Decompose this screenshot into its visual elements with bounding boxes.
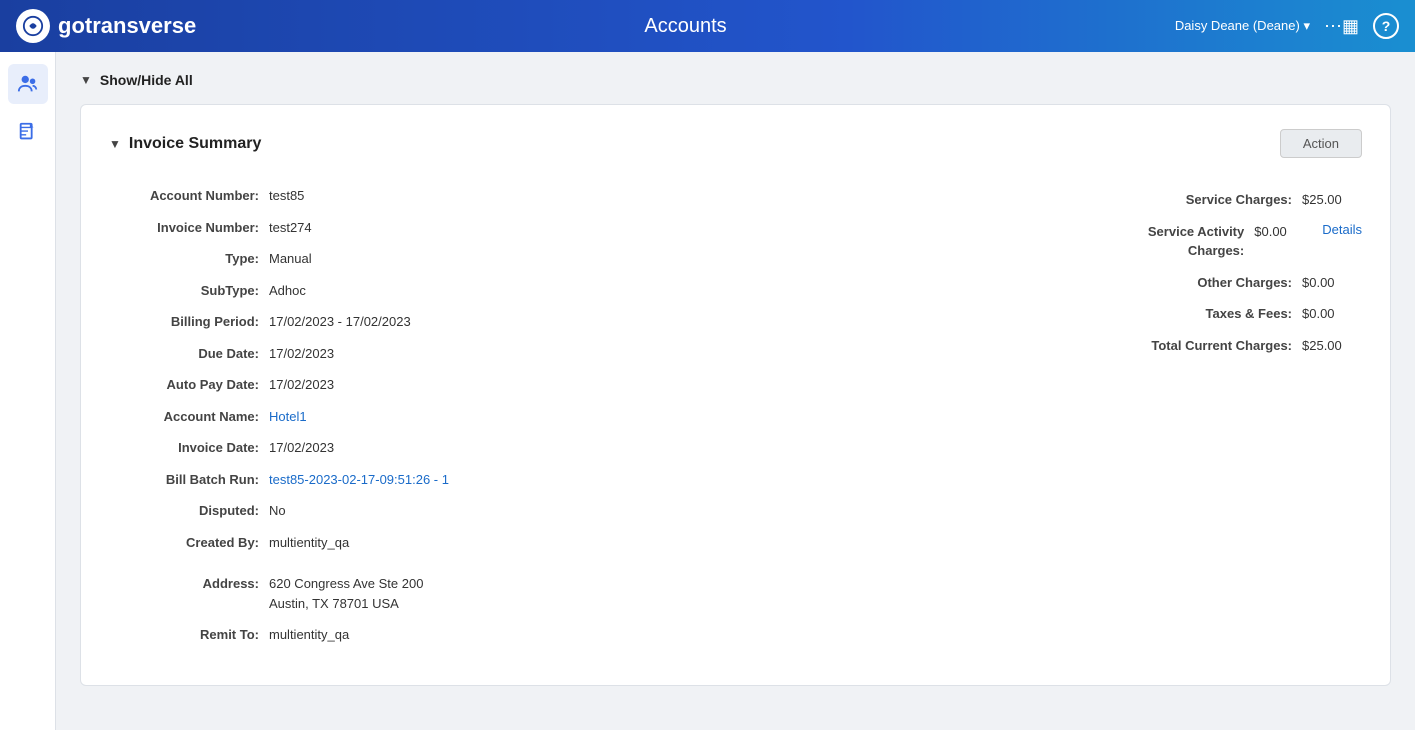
logo-icon <box>16 9 50 43</box>
invoice-card: ▼ Invoice Summary Action Account Number:… <box>80 104 1391 686</box>
app-layout: ▼ Show/Hide All ▼ Invoice Summary Action… <box>0 52 1415 730</box>
charge-service: Service Charges: $25.00 <box>748 190 1363 210</box>
field-due-date: Due Date: 17/02/2023 <box>109 344 724 364</box>
action-button[interactable]: Action <box>1280 129 1362 158</box>
logo-text: gotransverse <box>58 13 196 39</box>
field-bill-batch-run: Bill Batch Run: test85-2023-02-17-09:51:… <box>109 470 724 490</box>
invoice-body: Account Number: test85 Invoice Number: t… <box>109 186 1362 657</box>
field-billing-period: Billing Period: 17/02/2023 - 17/02/2023 <box>109 312 724 332</box>
main-content: ▼ Show/Hide All ▼ Invoice Summary Action… <box>56 52 1415 730</box>
details-link[interactable]: Details <box>1322 222 1362 237</box>
section-collapse-icon: ▼ <box>109 137 121 151</box>
help-icon[interactable]: ? <box>1373 13 1399 39</box>
invoice-charges-right: Service Charges: $25.00 Service Activity… <box>748 186 1363 657</box>
grid-icon[interactable]: ⋯▦ <box>1324 16 1359 37</box>
invoice-summary-title: ▼ Invoice Summary <box>109 135 261 153</box>
top-navigation: gotransverse Accounts Daisy Deane (Deane… <box>0 0 1415 52</box>
logo[interactable]: gotransverse <box>16 9 196 43</box>
page-title: Accounts <box>196 15 1175 38</box>
field-invoice-date: Invoice Date: 17/02/2023 <box>109 438 724 458</box>
show-hide-all[interactable]: ▼ Show/Hide All <box>80 72 1391 88</box>
sidebar-item-accounts[interactable] <box>8 64 48 104</box>
field-created-by: Created By: multientity_qa <box>109 533 724 553</box>
topnav-right: Daisy Deane (Deane) ▾ ⋯▦ ? <box>1175 13 1399 39</box>
collapse-icon: ▼ <box>80 73 92 87</box>
charge-taxes-fees: Taxes & Fees: $0.00 <box>748 304 1363 324</box>
charge-total: Total Current Charges: $25.00 <box>748 336 1363 356</box>
bill-batch-run-link[interactable]: test85-2023-02-17-09:51:26 - 1 <box>269 470 449 490</box>
charge-other: Other Charges: $0.00 <box>748 273 1363 293</box>
account-name-link[interactable]: Hotel1 <box>269 407 307 427</box>
show-hide-label: Show/Hide All <box>100 72 193 88</box>
field-invoice-number: Invoice Number: test274 <box>109 218 724 238</box>
field-disputed: Disputed: No <box>109 501 724 521</box>
charge-service-activity: Service ActivityCharges: $0.00 Details <box>748 222 1363 261</box>
field-account-name: Account Name: Hotel1 <box>109 407 724 427</box>
sidebar <box>0 52 56 730</box>
user-menu[interactable]: Daisy Deane (Deane) ▾ <box>1175 18 1310 34</box>
field-auto-pay-date: Auto Pay Date: 17/02/2023 <box>109 375 724 395</box>
field-type: Type: Manual <box>109 249 724 269</box>
invoice-fields-left: Account Number: test85 Invoice Number: t… <box>109 186 724 657</box>
field-address: Address: 620 Congress Ave Ste 200 Austin… <box>109 574 724 613</box>
field-remit-to: Remit To: multientity_qa <box>109 625 724 645</box>
field-account-number: Account Number: test85 <box>109 186 724 206</box>
invoice-card-header: ▼ Invoice Summary Action <box>109 129 1362 158</box>
field-subtype: SubType: Adhoc <box>109 281 724 301</box>
sidebar-item-documents[interactable] <box>8 112 48 152</box>
